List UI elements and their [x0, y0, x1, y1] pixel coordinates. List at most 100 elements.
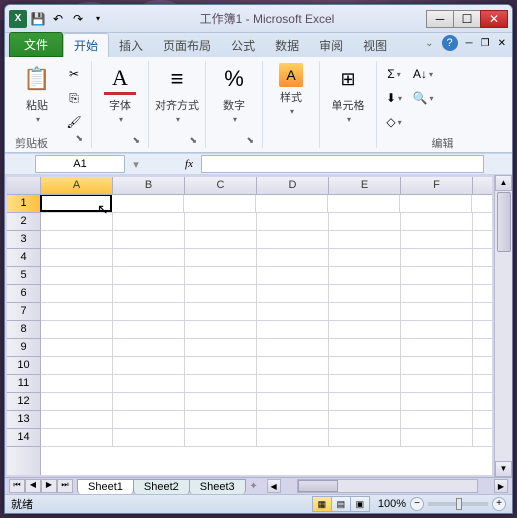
cell[interactable] [401, 411, 473, 428]
cell[interactable] [41, 375, 113, 392]
row-header[interactable]: 12 [7, 393, 40, 411]
scroll-left-button[interactable]: ◀ [267, 479, 281, 493]
cell[interactable] [401, 339, 473, 356]
scroll-up-button[interactable]: ▲ [495, 175, 512, 191]
doc-restore-icon[interactable]: ❐ [481, 38, 490, 49]
cells-button[interactable]: ⊞ 单元格 ▾ [326, 63, 370, 124]
row-header[interactable]: 13 [7, 411, 40, 429]
cell[interactable] [113, 285, 185, 302]
col-header-b[interactable]: B [113, 177, 185, 194]
cell[interactable] [113, 213, 185, 230]
cell[interactable] [400, 195, 472, 212]
find-button[interactable]: 🔍▾ [409, 87, 437, 109]
tab-home[interactable]: 开始 [63, 33, 109, 57]
tab-insert[interactable]: 插入 [109, 34, 153, 57]
new-sheet-button[interactable]: ✦ [245, 481, 263, 492]
cell[interactable] [112, 195, 184, 212]
cell[interactable] [401, 213, 473, 230]
cell[interactable] [113, 231, 185, 248]
col-header-f[interactable]: F [401, 177, 473, 194]
cell[interactable] [329, 429, 401, 446]
close-button[interactable]: ✕ [480, 10, 508, 28]
sort-button[interactable]: A↓▾ [409, 63, 437, 85]
doc-minimize-icon[interactable]: ─ [466, 38, 473, 49]
cell[interactable] [401, 249, 473, 266]
cell[interactable] [329, 267, 401, 284]
cell[interactable] [185, 303, 257, 320]
cell[interactable] [257, 231, 329, 248]
cell[interactable] [401, 285, 473, 302]
cell[interactable] [401, 375, 473, 392]
cell[interactable] [185, 249, 257, 266]
scroll-right-button[interactable]: ▶ [494, 479, 508, 493]
tab-formula[interactable]: 公式 [221, 34, 265, 57]
cell[interactable] [401, 231, 473, 248]
cell[interactable] [184, 195, 256, 212]
cell[interactable] [257, 213, 329, 230]
cell[interactable] [401, 429, 473, 446]
cell[interactable] [401, 321, 473, 338]
cut-button[interactable]: ✂ [63, 63, 85, 85]
cell[interactable] [185, 285, 257, 302]
cell[interactable] [329, 285, 401, 302]
cell[interactable] [113, 357, 185, 374]
cell[interactable] [185, 429, 257, 446]
row-header[interactable]: 5 [7, 267, 40, 285]
sheet-first-button[interactable]: ⏮ [9, 479, 25, 493]
cell[interactable] [185, 321, 257, 338]
sheet-tab-3[interactable]: Sheet3 [189, 479, 246, 494]
row-header[interactable]: 11 [7, 375, 40, 393]
cell[interactable] [113, 303, 185, 320]
cell[interactable] [257, 303, 329, 320]
cell[interactable] [185, 393, 257, 410]
col-header-e[interactable]: E [329, 177, 401, 194]
cell[interactable] [41, 285, 113, 302]
cell[interactable] [41, 411, 113, 428]
cell[interactable] [113, 321, 185, 338]
cell[interactable] [113, 393, 185, 410]
cell[interactable] [329, 393, 401, 410]
cell[interactable] [41, 267, 113, 284]
col-header-d[interactable]: D [257, 177, 329, 194]
styles-button[interactable]: A 样式 ▾ [269, 63, 313, 116]
cell[interactable] [329, 411, 401, 428]
namebox-dropdown-icon[interactable]: ▾ [125, 158, 147, 171]
cells-grid[interactable]: ↖ [41, 195, 492, 475]
cell[interactable] [257, 339, 329, 356]
view-normal-button[interactable]: ▦ [312, 496, 332, 512]
cell[interactable] [328, 195, 400, 212]
formula-bar[interactable] [201, 155, 484, 173]
cell[interactable] [401, 357, 473, 374]
fx-icon[interactable]: fx [177, 158, 201, 170]
hscroll-thumb[interactable] [298, 480, 338, 492]
scroll-thumb[interactable] [497, 192, 511, 252]
cell[interactable] [185, 267, 257, 284]
sheet-prev-button[interactable]: ◀ [25, 479, 41, 493]
cell[interactable] [41, 393, 113, 410]
cell[interactable] [257, 267, 329, 284]
select-all-button[interactable] [7, 177, 41, 194]
doc-close-icon[interactable]: ✕ [498, 38, 506, 49]
number-launcher-icon[interactable]: ⬊ [212, 135, 256, 146]
excel-icon[interactable]: X [9, 10, 27, 28]
cell[interactable] [41, 303, 113, 320]
cell[interactable] [185, 357, 257, 374]
row-header[interactable]: 9 [7, 339, 40, 357]
cell[interactable] [256, 195, 328, 212]
cell[interactable] [257, 321, 329, 338]
view-layout-button[interactable]: ▤ [331, 496, 351, 512]
row-header[interactable]: 14 [7, 429, 40, 447]
cell[interactable] [257, 249, 329, 266]
format-painter-button[interactable]: 🖌 [63, 111, 85, 133]
minimize-button[interactable]: ─ [426, 10, 454, 28]
cell[interactable] [41, 249, 113, 266]
row-header[interactable]: 1 [7, 195, 40, 213]
cell[interactable] [329, 231, 401, 248]
row-header[interactable]: 8 [7, 321, 40, 339]
zoom-level[interactable]: 100% [378, 498, 406, 510]
clear-button[interactable]: ◇▾ [383, 111, 405, 133]
cell[interactable] [401, 267, 473, 284]
cell[interactable] [41, 213, 113, 230]
cell[interactable] [185, 213, 257, 230]
cell[interactable] [401, 303, 473, 320]
